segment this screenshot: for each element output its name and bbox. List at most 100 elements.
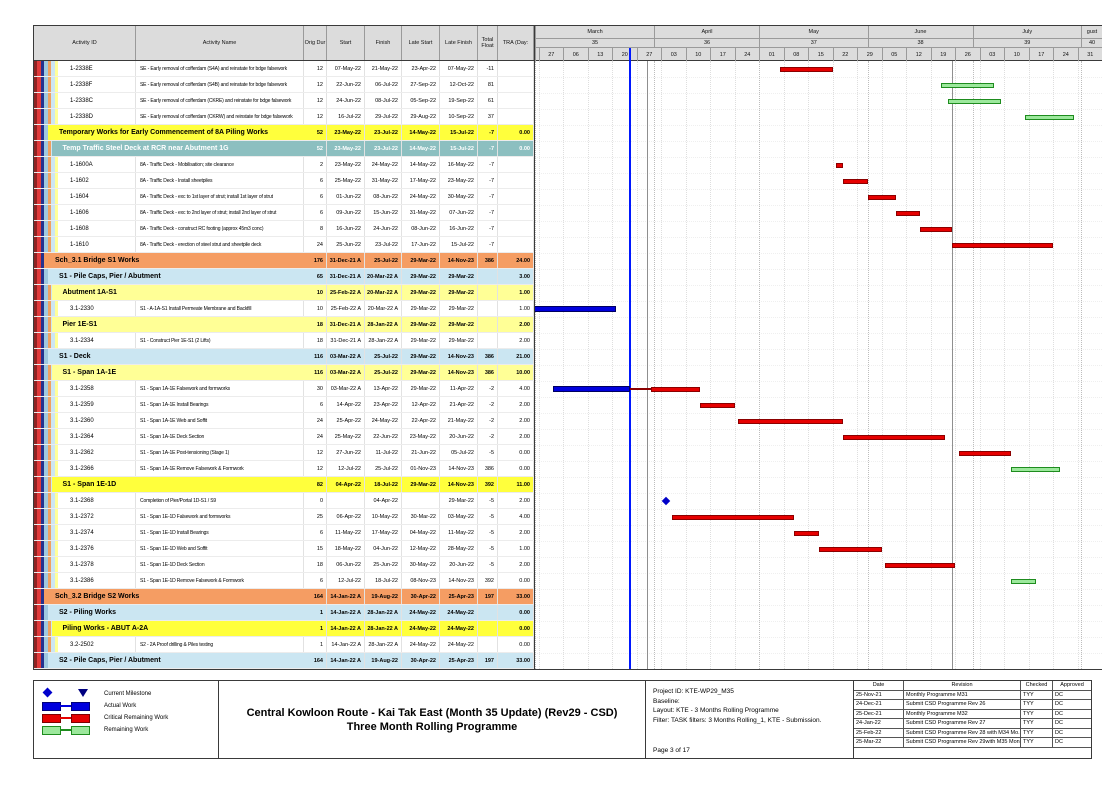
revision-row: 25-Mar-22Submit CSD Programme Rev 29with… (854, 738, 1091, 748)
tf-cell (478, 621, 498, 636)
tra-cell (498, 205, 534, 220)
activity-name-cell: S1 - Span 1E-1D Falsework and formworks (136, 509, 304, 524)
finish-cell: 25-Jul-22 (365, 253, 402, 268)
tra-cell (498, 61, 534, 76)
summary-row: Sch_3.1 Bridge S1 Works17631-Dec-21 A25-… (34, 253, 534, 269)
tra-cell: 2.00 (498, 557, 534, 572)
ls-cell (402, 493, 440, 508)
lf-cell: 28-May-22 (440, 541, 478, 556)
start-cell: 25-Apr-22 (327, 413, 365, 428)
column-header-finish: Finish (365, 26, 402, 60)
tf-cell: 81 (478, 77, 498, 92)
lf-cell: 20-Jun-22 (440, 429, 478, 444)
activity-id-cell: 3.1-2368 (34, 493, 136, 508)
tra-cell: 2.00 (498, 333, 534, 348)
row-gridline (535, 397, 1102, 398)
week-tick-2022-05-15: 15 (808, 47, 833, 61)
dur-cell: 18 (304, 317, 327, 332)
lf-cell: 29-Mar-22 (440, 333, 478, 348)
revision-cell: 25-Feb-22 (854, 729, 904, 738)
row-gridline (535, 477, 1102, 478)
lf-cell: 15-Jul-22 (440, 125, 478, 140)
row-gridline (535, 301, 1102, 302)
lf-cell: 29-Mar-22 (440, 317, 478, 332)
lf-cell: 14-Nov-23 (440, 349, 478, 364)
row-gridline (535, 525, 1102, 526)
month-label-May: May (759, 26, 868, 38)
finish-cell: 19-Aug-22 (365, 589, 402, 604)
start-cell: 22-Jun-22 (327, 77, 365, 92)
finish-cell: 25-Jun-22 (365, 557, 402, 572)
remaining-icon (42, 725, 104, 735)
column-header-dur: Orig Dur (304, 26, 327, 60)
lf-cell: 14-Nov-23 (440, 365, 478, 380)
lf-cell: 25-Apr-23 (440, 589, 478, 604)
critical-bar (794, 531, 819, 536)
start-cell: 06-Jun-22 (327, 557, 365, 572)
ls-cell: 21-Jun-22 (402, 445, 440, 460)
month-label-gust: gust (1081, 26, 1102, 38)
revision-cell: TYY (1021, 710, 1053, 719)
lf-cell: 29-Mar-22 (440, 285, 478, 300)
row-gridline (535, 509, 1102, 510)
revision-cell: DC (1053, 691, 1091, 700)
summary-label-cell: Piling Works - ABUT A-2A (34, 621, 304, 636)
tra-cell: 2.00 (498, 317, 534, 332)
activity-row: 3.1-2378S1 - Span 1E-1D Deck Section1806… (34, 557, 534, 573)
ls-cell: 24-May-22 (402, 605, 440, 620)
start-cell: 31-Dec-21 A (327, 317, 365, 332)
start-cell: 23-May-22 (327, 141, 365, 156)
activity-id-cell: 3.1-2358 (34, 381, 136, 396)
tra-cell: 24.00 (498, 253, 534, 268)
activity-id-cell: 3.1-2362 (34, 445, 136, 460)
start-cell: 27-Jun-22 (327, 445, 365, 460)
tra-cell: 11.00 (498, 477, 534, 492)
revision-cell: TYY (1021, 691, 1053, 700)
critical-bar (959, 451, 1012, 456)
summary-row: Abutment 1A-S11025-Feb-22 A20-Mar-22 A29… (34, 285, 534, 301)
activity-row: 3.1-2362S1 - Span 1A-1E Post-tensioning … (34, 445, 534, 461)
row-gridline (535, 381, 1102, 382)
lf-cell: 15-Jul-22 (440, 237, 478, 252)
activity-name-cell: S2 - 2A Proof drilling & Piles testing (136, 637, 304, 652)
activity-table-body: 1-2338ESE - Early removal of cofferdam (… (34, 61, 534, 669)
lf-cell: 21-Apr-22 (440, 397, 478, 412)
tf-cell: -5 (478, 525, 498, 540)
legend-item-milestone: Current Milestone (42, 688, 218, 700)
row-gridline (535, 541, 1102, 542)
row-gridline (535, 653, 1102, 654)
schedule-frame: Activity IDActivity NameOrig DurStartFin… (33, 25, 1102, 670)
tra-cell: 0.00 (498, 621, 534, 636)
start-cell: 16-Jul-22 (327, 109, 365, 124)
start-cell: 31-Dec-21 A (327, 333, 365, 348)
dur-cell: 18 (304, 557, 327, 572)
finish-cell: 18-Jul-22 (365, 477, 402, 492)
activity-id-cell: 3.1-2372 (34, 509, 136, 524)
revision-cell: 25-Nov-21 (854, 691, 904, 700)
activity-row: 3.1-2366S1 - Span 1A-1E Remove Falsework… (34, 461, 534, 477)
dur-cell: 8 (304, 221, 327, 236)
legend-label: Critical Remaining Work (104, 715, 168, 721)
row-gridline (535, 429, 1102, 430)
activity-row: 3.1-2360S1 - Span 1A-1E Web and Soffit24… (34, 413, 534, 429)
ls-cell: 31-May-22 (402, 205, 440, 220)
critical-bar (819, 547, 882, 552)
tf-cell: 392 (478, 477, 498, 492)
ls-cell: 14-May-22 (402, 157, 440, 172)
critical-bar (738, 419, 843, 424)
column-header-start: Start (327, 26, 365, 60)
activity-row: 1-16068A - Traffic Deck - exc to 2nd lay… (34, 205, 534, 221)
table-header-row: Activity IDActivity NameOrig DurStartFin… (34, 26, 534, 61)
finish-cell: 28-Jan-22 A (365, 317, 402, 332)
revision-row: 25-Dec-21Monthly Programme M32TYYDC (854, 710, 1091, 720)
critical-icon (42, 713, 104, 723)
lf-cell: 03-May-22 (440, 509, 478, 524)
tra-cell (498, 221, 534, 236)
start-cell: 14-Jan-22 A (327, 589, 365, 604)
activity-id-cell: 1-1600A (34, 157, 136, 172)
tf-cell: -7 (478, 141, 498, 156)
row-gridline (535, 637, 1102, 638)
ls-cell: 27-Sep-22 (402, 77, 440, 92)
tf-cell: 386 (478, 253, 498, 268)
baseline-line: Baseline: (653, 697, 847, 707)
